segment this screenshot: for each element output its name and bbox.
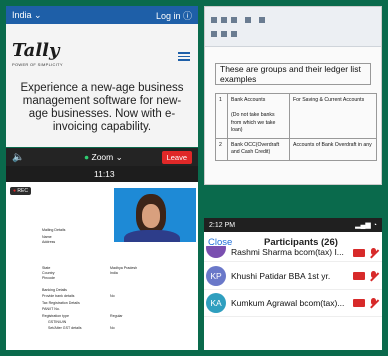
form-value: No bbox=[110, 294, 115, 298]
form-heading: Tax Registration Details bbox=[42, 301, 80, 305]
group-cell: Bank OCC(Overdraft and Cash Credit) bbox=[227, 137, 290, 161]
group-cell: Bank Accounts (Do not take banks from wh… bbox=[227, 93, 290, 139]
mic-muted-icon bbox=[369, 248, 378, 258]
signal-icon: ▂▄▆ ◔ bbox=[355, 222, 377, 229]
avatar: KA bbox=[206, 293, 226, 313]
toolbar-icon[interactable] bbox=[245, 17, 251, 23]
toolbar-icon[interactable] bbox=[211, 31, 217, 37]
form-label: Provide bank details bbox=[42, 294, 75, 298]
leave-button[interactable]: Leave bbox=[161, 151, 192, 164]
zoom-meeting-panel: 🔈 ● Zoom ⌄ Leave 11:13 ● REC Mailing Det… bbox=[6, 148, 198, 350]
participant-row[interactable]: KA Kumkum Agrawal bcom(tax)... bbox=[204, 290, 382, 317]
toolbar-icon[interactable] bbox=[221, 17, 227, 23]
tally-logo-text: Tally bbox=[12, 40, 60, 61]
speaker-icon[interactable]: 🔈 bbox=[12, 152, 24, 163]
rec-label: REC bbox=[17, 188, 28, 194]
participant-name: Kumkum Agrawal bcom(tax)... bbox=[231, 298, 345, 308]
form-label: Address bbox=[42, 240, 56, 244]
tally-tagline: POWER OF SIMPLICITY bbox=[12, 62, 63, 67]
row-number: 1 bbox=[215, 93, 228, 139]
zoom-menu[interactable]: ● Zoom ⌄ bbox=[84, 152, 123, 163]
form-label: Registration type bbox=[42, 314, 69, 318]
promo-text: Experience a new-age business management… bbox=[20, 82, 184, 133]
participant-shirt bbox=[124, 230, 180, 242]
record-dot-icon: ● bbox=[13, 188, 17, 194]
document-toolbar bbox=[205, 7, 381, 47]
toolbar-icon[interactable] bbox=[221, 31, 227, 37]
video-off-icon bbox=[353, 272, 365, 280]
form-value: No bbox=[110, 326, 115, 330]
table-row: 2 Bank OCC(Overdraft and Cash Credit) Ac… bbox=[215, 137, 377, 161]
participant-row[interactable]: KP Khushi Patidar BBA 1st yr. bbox=[204, 263, 382, 290]
menu-icon[interactable] bbox=[178, 50, 190, 63]
form-heading: Mailing Details bbox=[42, 228, 66, 232]
participants-panel: 2:12 PM ▂▄▆ ◔ Close Participants (26) Ra… bbox=[204, 218, 382, 350]
form-label: PAN/IT No. bbox=[42, 307, 60, 311]
status-clock: 2:12 PM bbox=[209, 221, 236, 229]
login-link[interactable]: Log in ⓘ bbox=[156, 9, 192, 22]
row-number: 2 bbox=[215, 137, 228, 161]
shield-icon: ● bbox=[84, 152, 90, 162]
toolbar-icon[interactable] bbox=[231, 31, 237, 37]
screen: India ⌄ Log in ⓘ Tally POWER OF SIMPLICI… bbox=[0, 0, 388, 356]
participant-name: Rashmi Sharma bcom(tax) I... bbox=[231, 247, 344, 257]
document-heading: These are groups and their ledger list e… bbox=[215, 63, 371, 85]
toolbar-icon[interactable] bbox=[231, 17, 237, 23]
login-label: Log in bbox=[155, 10, 181, 21]
document-panel: These are groups and their ledger list e… bbox=[204, 6, 382, 185]
form-heading: Banking Details bbox=[42, 288, 67, 292]
ledger-table: 1 Bank Accounts (Do not take banks from … bbox=[215, 93, 377, 161]
toolbar-icon[interactable] bbox=[259, 17, 265, 23]
avatar: KP bbox=[206, 266, 226, 286]
participant-face bbox=[142, 204, 160, 228]
zoom-label: Zoom bbox=[91, 152, 114, 162]
phone-status-bar: 2:12 PM ▂▄▆ ◔ bbox=[204, 218, 382, 232]
participant-video[interactable] bbox=[114, 188, 196, 242]
description-cell: For Saving & Current Accounts bbox=[289, 93, 377, 139]
country-selector[interactable]: India ⌄ bbox=[12, 10, 42, 21]
form-value: Regular bbox=[110, 314, 123, 318]
form-label: Set/Alter GST details bbox=[48, 326, 82, 330]
meeting-time: 11:13 bbox=[94, 169, 115, 179]
zoom-topbar: 🔈 ● Zoom ⌄ Leave bbox=[6, 148, 198, 166]
country-label: India bbox=[12, 9, 32, 20]
tally-website-panel: India ⌄ Log in ⓘ Tally POWER OF SIMPLICI… bbox=[6, 6, 198, 147]
form-value: India bbox=[110, 271, 118, 275]
video-off-icon bbox=[353, 249, 365, 257]
participant-name: Khushi Patidar BBA 1st yr. bbox=[231, 271, 331, 281]
toolbar-icon[interactable] bbox=[211, 17, 217, 23]
tally-topbar: India ⌄ Log in ⓘ bbox=[6, 6, 198, 24]
avatar bbox=[206, 246, 226, 258]
description-cell: Accounts of Bank Overdraft in any bbox=[289, 137, 377, 161]
recording-badge: ● REC bbox=[10, 187, 31, 195]
form-label: Pincode bbox=[42, 276, 55, 280]
table-row: 1 Bank Accounts (Do not take banks from … bbox=[215, 93, 377, 139]
mic-muted-icon bbox=[369, 298, 378, 308]
tally-logo[interactable]: Tally POWER OF SIMPLICITY bbox=[12, 40, 72, 67]
form-label: GSTIN/UIN bbox=[48, 320, 67, 324]
video-off-icon bbox=[353, 299, 365, 307]
participant-row[interactable]: Rashmi Sharma bcom(tax) I... bbox=[204, 246, 382, 262]
mic-muted-icon bbox=[369, 271, 378, 281]
